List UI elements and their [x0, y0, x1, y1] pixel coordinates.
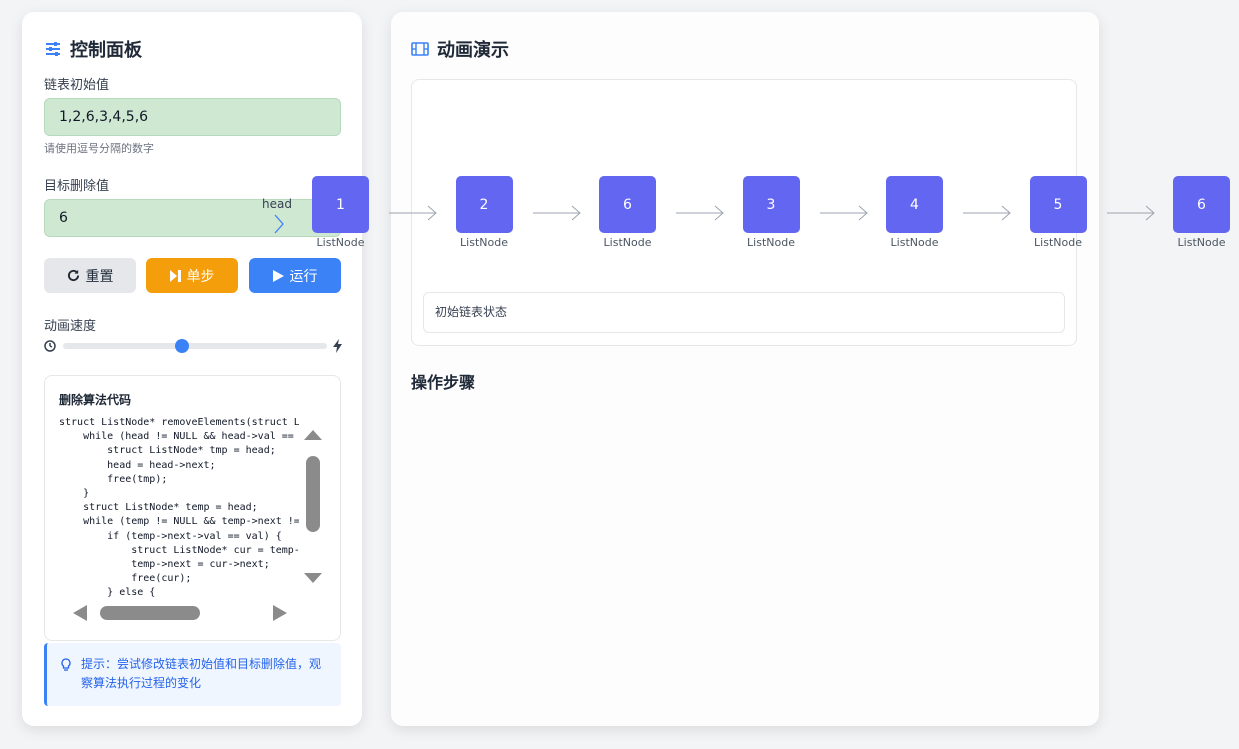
code-content: struct ListNode* removeElements(struct L… — [59, 417, 299, 599]
sliders-icon — [46, 42, 60, 56]
next-pointer-arrow — [963, 205, 1011, 221]
demo-panel-title: 动画演示 — [437, 40, 509, 61]
list-node: 2 — [455, 176, 513, 233]
list-node-type-label: ListNode — [747, 236, 795, 249]
reset-button-label: 重置 — [85, 268, 114, 285]
target-input-label: 目标删除值 — [44, 179, 110, 194]
list-node-type-label: ListNode — [603, 236, 652, 249]
list-node: 1 — [312, 176, 369, 233]
run-button[interactable]: 运行 — [249, 258, 341, 293]
list-node-type-label: ListNode — [1034, 236, 1082, 249]
control-panel-header: 控制面板 — [44, 36, 142, 62]
control-panel-title: 控制面板 — [70, 40, 142, 61]
demo-panel-header: 动画演示 — [411, 36, 509, 62]
film-icon — [411, 42, 429, 56]
list-node-type-label: ListNode — [316, 236, 365, 249]
list-input[interactable]: 1,2,6,3,4,5,6 — [44, 98, 341, 136]
control-panel: 控制面板 链表初始值 1,2,6,3,4,5,6 请使用逗号分隔的数字 目标删除… — [22, 12, 362, 726]
next-pointer-arrow — [389, 205, 437, 221]
list-node: 6 — [599, 176, 656, 233]
scroll-down-arrow[interactable] — [304, 573, 322, 583]
step-button[interactable]: 单步 — [146, 258, 238, 293]
vertical-scrollbar[interactable] — [306, 456, 320, 532]
speed-slider-thumb[interactable] — [174, 339, 189, 353]
list-input-label: 链表初始值 — [44, 78, 110, 93]
clock-icon — [44, 340, 56, 352]
bolt-icon — [333, 339, 342, 353]
step-button-label: 单步 — [186, 268, 215, 285]
demo-panel: 动画演示 初始链表状态 操作步骤 — [391, 12, 1099, 726]
next-pointer-arrow — [676, 205, 724, 221]
speed-label: 动画速度 — [44, 319, 97, 334]
list-node: 5 — [1029, 176, 1087, 233]
refresh-icon — [67, 269, 79, 282]
tip-box: 提示：尝试修改链表初始值和目标删除值，观察算法执行过程的变化 — [44, 643, 341, 706]
list-node: 6 — [1173, 176, 1230, 233]
target-input[interactable]: 6 — [44, 199, 341, 237]
list-node-type-label: ListNode — [460, 236, 508, 249]
reset-button[interactable]: 重置 — [44, 258, 136, 293]
list-input-hint: 请使用逗号分隔的数字 — [44, 142, 154, 155]
next-pointer-arrow — [819, 205, 868, 221]
play-icon — [272, 269, 284, 282]
next-pointer-arrow — [1106, 205, 1155, 221]
list-node: 3 — [742, 176, 800, 233]
next-pointer-arrow — [532, 205, 581, 221]
scroll-left-arrow[interactable] — [73, 605, 87, 621]
head-pointer-label: head — [262, 197, 292, 211]
steps-title: 操作步骤 — [411, 373, 476, 392]
head-pointer-arrow — [274, 214, 284, 234]
code-title: 删除算法代码 — [59, 393, 132, 407]
list-node-type-label: ListNode — [890, 236, 939, 249]
status-message: 初始链表状态 — [423, 292, 1065, 333]
list-node-type-label: ListNode — [1177, 236, 1226, 249]
lightbulb-icon — [61, 658, 71, 671]
scroll-up-arrow[interactable] — [304, 430, 322, 440]
code-panel: 删除算法代码 struct ListNode* removeElements(s… — [44, 375, 341, 641]
scroll-right-arrow[interactable] — [273, 605, 287, 621]
tip-text: 提示：尝试修改链表初始值和目标删除值，观察算法执行过程的变化 — [81, 657, 322, 690]
list-node: 4 — [886, 176, 943, 233]
horizontal-scrollbar[interactable] — [100, 606, 200, 620]
step-forward-icon — [169, 269, 181, 282]
run-button-label: 运行 — [289, 268, 318, 285]
speed-slider-track[interactable] — [63, 343, 327, 349]
